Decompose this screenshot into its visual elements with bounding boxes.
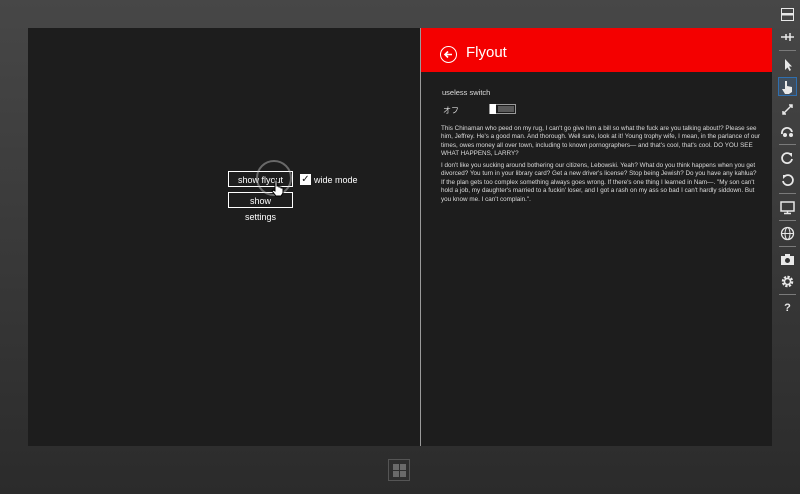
help-icon[interactable]: ?: [778, 299, 797, 318]
location-icon[interactable]: [778, 224, 797, 243]
flyout-paragraph: I don't like you sucking around botherin…: [441, 162, 757, 203]
toggle-thumb[interactable]: [490, 104, 496, 114]
toolbar-separator: [779, 246, 796, 247]
toolbar-separator: [779, 144, 796, 145]
hand-cursor-icon: [271, 179, 284, 197]
simulator-frame: show flyout show settings ✓ wide mode Fl…: [0, 0, 800, 494]
toolbar-separator: [779, 193, 796, 194]
toggle-track-fill: [498, 106, 514, 112]
toolbar-separator: [779, 220, 796, 221]
wide-mode-checkbox[interactable]: ✓: [300, 174, 311, 185]
wide-mode-label: wide mode: [314, 175, 358, 185]
pinch-zoom-icon[interactable]: [778, 100, 797, 119]
app-main-area: show flyout show settings ✓ wide mode: [28, 28, 420, 446]
settings-icon[interactable]: [778, 272, 797, 291]
flyout-title: Flyout: [466, 44, 507, 61]
back-arrow-icon[interactable]: [440, 46, 457, 63]
windows-logo-icon: [393, 464, 406, 477]
flyout-panel: Flyout useless switch オフ This Chinaman w…: [420, 28, 772, 446]
useless-switch-toggle[interactable]: [489, 104, 516, 114]
toggle-header: useless switch: [442, 88, 491, 97]
toggle-state-label: オフ: [443, 106, 459, 115]
touch-mode-icon[interactable]: [778, 77, 797, 96]
resolution-icon[interactable]: [778, 198, 797, 217]
rotate-touch-icon[interactable]: [778, 122, 797, 141]
rotate-counterclockwise-icon[interactable]: [778, 171, 797, 190]
simulator-toolbar: ?: [775, 0, 800, 494]
flyout-header: Flyout: [421, 28, 772, 72]
flyout-paragraph: This Chinaman who peed on my rug, I can'…: [441, 125, 761, 158]
mouse-mode-icon[interactable]: [778, 55, 797, 74]
toolbar-separator: [779, 50, 796, 51]
simulator-screen: show flyout show settings ✓ wide mode Fl…: [28, 28, 772, 446]
minimize-icon[interactable]: [778, 5, 797, 24]
pin-icon[interactable]: [778, 28, 797, 47]
screenshot-icon[interactable]: [778, 250, 797, 269]
rotate-clockwise-icon[interactable]: [778, 149, 797, 168]
windows-button[interactable]: [388, 459, 410, 481]
toolbar-separator: [779, 294, 796, 295]
